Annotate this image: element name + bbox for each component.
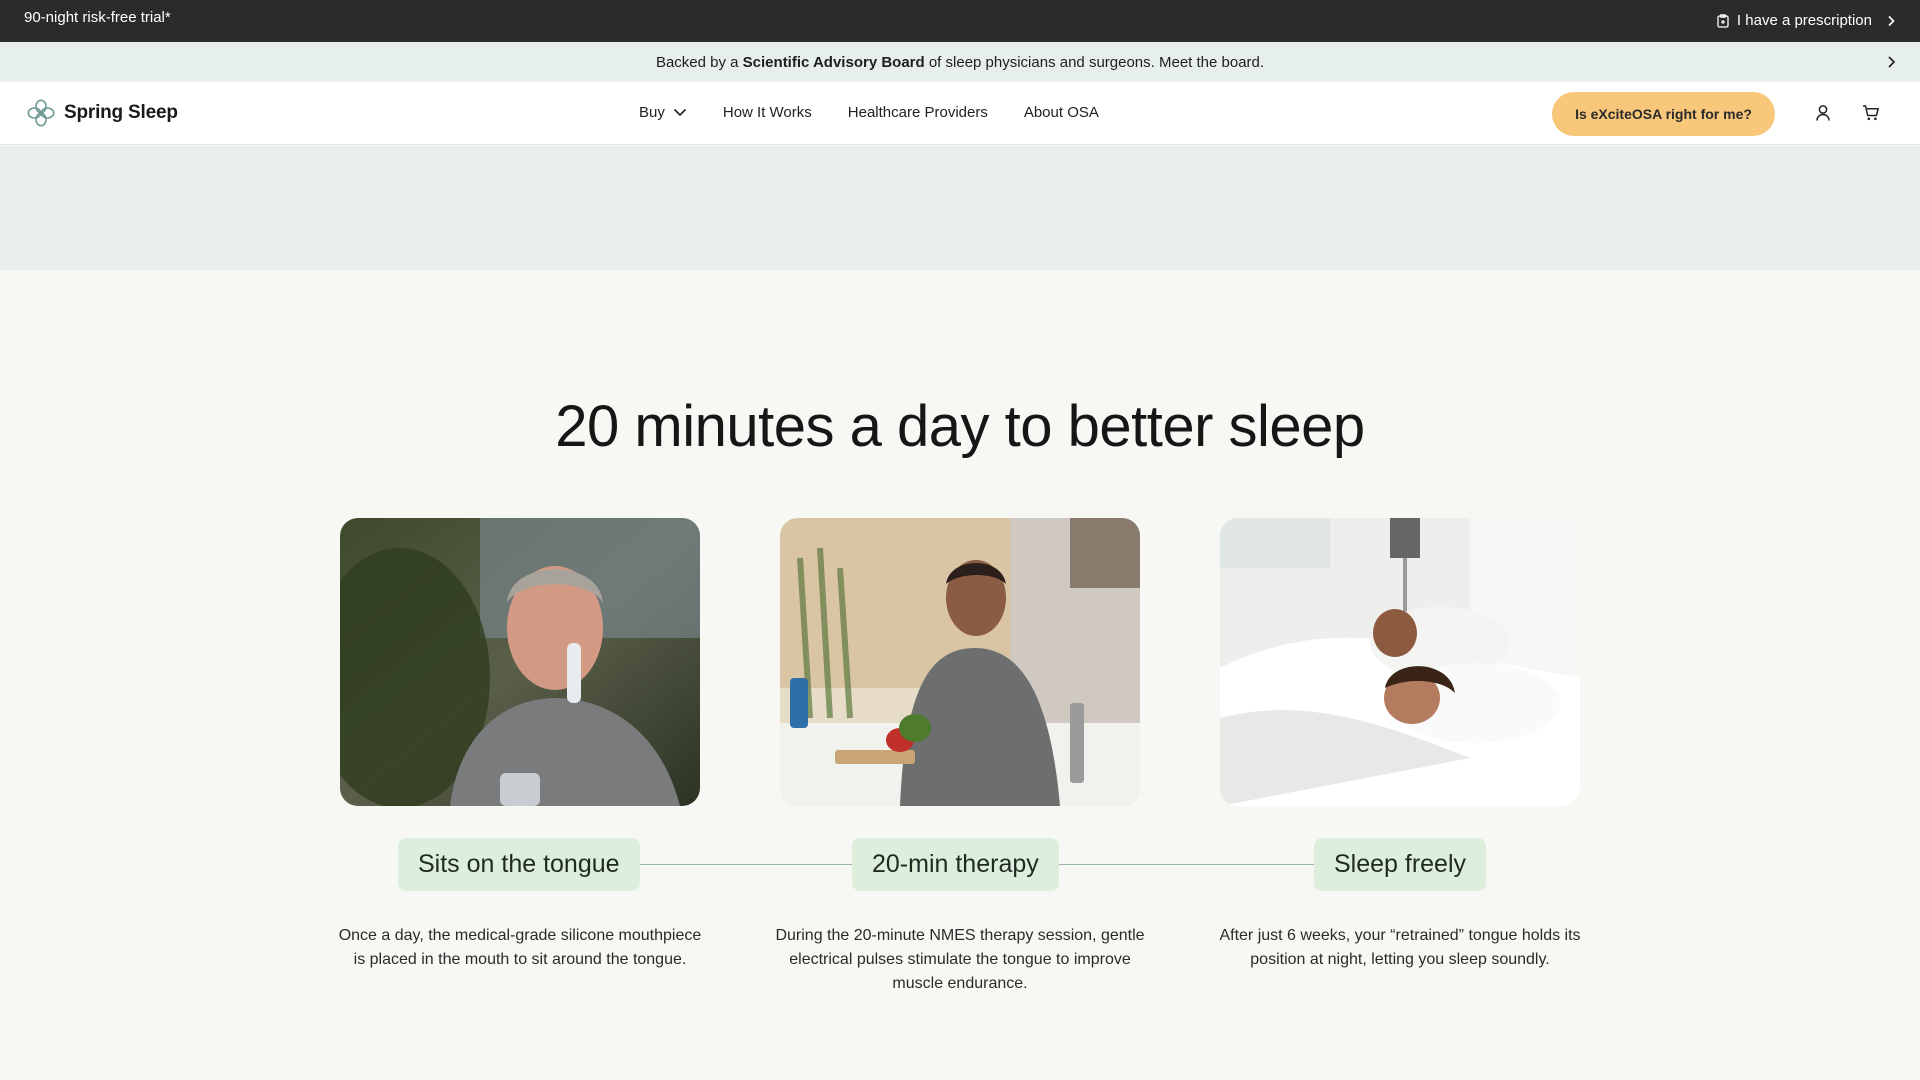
step-description-tongue: Once a day, the medical-grade silicone m… <box>338 927 702 968</box>
nav-how-it-works[interactable]: How It Works <box>723 104 812 121</box>
nav-buy-label: Buy <box>639 104 665 121</box>
chevron-right-icon[interactable] <box>1886 55 1896 69</box>
advisory-text[interactable]: Backed by a Scientific Advisory Board of… <box>0 54 1920 71</box>
main-nav: Spring Sleep Buy How It Works Healthcare… <box>0 82 1920 145</box>
hero-banner <box>0 146 1920 270</box>
prescription-link[interactable]: I have a prescription <box>1717 12 1896 29</box>
brand-name: Spring Sleep <box>64 102 178 123</box>
logo-icon <box>27 99 55 127</box>
trial-text: 90-night risk-free trial* <box>24 9 171 26</box>
advisory-board-link[interactable]: Scientific Advisory Board <box>743 54 925 71</box>
section-headline: 20 minutes a day to better sleep <box>555 394 1365 459</box>
step-pill-therapy: 20-min therapy <box>852 838 1059 891</box>
step-pill-tongue: Sits on the tongue <box>398 838 640 891</box>
couple-sleeping-image <box>1220 518 1580 806</box>
step-description-sleep: After just 6 weeks, your “retrained” ton… <box>1219 927 1581 968</box>
advisory-bar: Backed by a Scientific Advisory Board of… <box>0 42 1920 82</box>
kitchen-therapy-image <box>780 518 1140 806</box>
nav-links: Buy How It Works Healthcare Providers Ab… <box>639 104 1135 121</box>
nav-about-osa[interactable]: About OSA <box>1024 104 1099 121</box>
chevron-down-icon <box>673 108 686 117</box>
prescription-label: I have a prescription <box>1736 12 1872 29</box>
chevron-right-icon <box>1888 15 1895 26</box>
brand-logo[interactable]: Spring Sleep <box>26 98 178 128</box>
cta-button[interactable]: Is eXciteOSA right for me? <box>1552 92 1775 136</box>
promo-bar: 90-night risk-free trial* I have a presc… <box>0 0 1920 42</box>
cart-icon[interactable] <box>1862 104 1880 122</box>
advisory-suffix: of sleep physicians and surgeons. Meet t… <box>924 54 1265 71</box>
step-description-therapy: During the 20-minute NMES therapy sessio… <box>775 927 1145 992</box>
nav-healthcare-providers[interactable]: Healthcare Providers <box>848 104 988 121</box>
tongue-mouthpiece-image <box>340 518 700 806</box>
prescription-icon <box>1717 13 1729 28</box>
nav-buy[interactable]: Buy <box>639 104 687 121</box>
advisory-prefix: Backed by a <box>655 54 743 71</box>
user-icon[interactable] <box>1815 104 1831 122</box>
step-pill-sleep: Sleep freely <box>1314 838 1487 891</box>
